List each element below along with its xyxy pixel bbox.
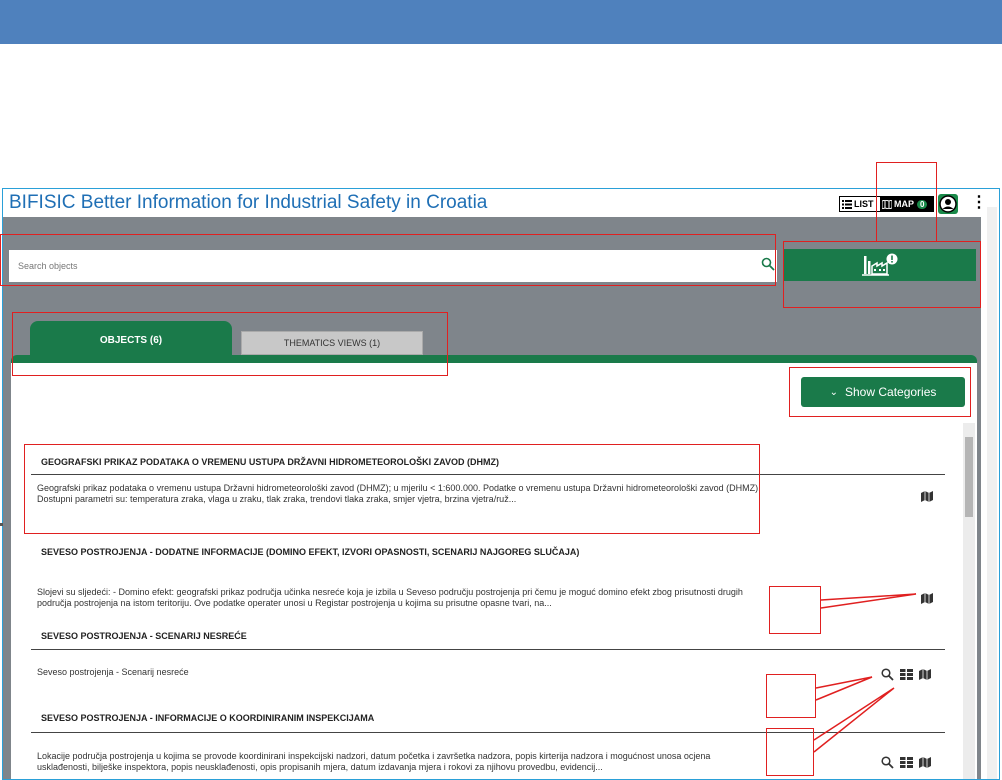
map-count-badge: 0 — [917, 199, 928, 209]
main-panel: OBJECTS (6) THEMATICS VIEWS (1) ⌄ Show C… — [3, 217, 981, 779]
object-description: Seveso postrojenja - Scenarij nesreće — [37, 667, 189, 677]
object-title[interactable]: SEVESO POSTROJENJA - SCENARIJ NESREĆE — [41, 631, 247, 641]
tab-objects[interactable]: OBJECTS (6) — [30, 321, 232, 359]
app-title: BIFISIC Better Information for Industria… — [9, 192, 488, 213]
object-actions — [881, 755, 931, 769]
map-icon — [882, 199, 892, 209]
bullet-dot — [0, 523, 3, 526]
app-window: BIFISIC Better Information for Industria… — [2, 188, 1000, 780]
window-scrollbar[interactable] — [987, 207, 997, 779]
chevron-down-icon: ⌄ — [829, 386, 838, 398]
search-input[interactable] — [9, 250, 749, 282]
table-icon[interactable] — [900, 756, 913, 768]
object-description: Lokacije područja postrojenja u kojima s… — [37, 751, 711, 772]
table-icon[interactable] — [900, 668, 913, 680]
show-categories-label: Show Categories — [845, 385, 937, 399]
user-icon — [939, 195, 957, 213]
object-title[interactable]: GEOGRAFSKI PRIKAZ PODATAKA O VREMENU UST… — [41, 457, 499, 467]
search-icon[interactable] — [881, 755, 894, 769]
document-header-band — [0, 0, 1002, 44]
map-icon[interactable] — [919, 756, 931, 768]
object-actions — [921, 489, 933, 503]
map-icon[interactable] — [919, 668, 931, 680]
tab-thematics-views[interactable]: THEMATICS VIEWS (1) — [241, 331, 423, 355]
show-categories-button[interactable]: ⌄ Show Categories — [801, 377, 965, 407]
divider — [31, 732, 945, 733]
object-title[interactable]: SEVESO POSTROJENJA - INFORMACIJE O KOORD… — [41, 713, 374, 723]
list-scrollbar[interactable] — [963, 423, 975, 779]
divider — [31, 649, 945, 650]
list-view-button[interactable]: LIST — [839, 196, 881, 212]
search-icon[interactable] — [761, 257, 775, 271]
kebab-menu-icon[interactable]: ⋮ — [971, 195, 987, 211]
divider — [31, 474, 945, 475]
app-header: BIFISIC Better Information for Industria… — [3, 189, 999, 217]
map-icon[interactable] — [921, 490, 933, 502]
industrial-alert-button[interactable] — [784, 249, 976, 281]
tab-underline — [11, 355, 977, 363]
object-actions — [881, 667, 931, 681]
object-actions — [921, 591, 933, 605]
user-button[interactable] — [938, 194, 958, 214]
list-icon — [842, 199, 852, 209]
search-box — [9, 250, 777, 282]
object-description: Geografski prikaz podataka o vremenu ust… — [37, 483, 761, 504]
list-view-label: LIST — [854, 199, 874, 209]
factory-alert-icon — [862, 253, 898, 276]
object-title[interactable]: SEVESO POSTROJENJA - DODATNE INFORMACIJE… — [41, 547, 579, 557]
map-icon[interactable] — [921, 592, 933, 604]
objects-panel: ⌄ Show Categories GEOGRAFSKI PRIKAZ PODA… — [11, 363, 977, 779]
map-view-button[interactable]: MAP 0 — [880, 196, 934, 212]
map-view-label: MAP — [894, 199, 914, 209]
list-scrollbar-thumb[interactable] — [965, 437, 973, 517]
object-description: Slojevi su sljedeći: - Domino efekt: geo… — [37, 587, 743, 608]
search-icon[interactable] — [881, 667, 894, 681]
